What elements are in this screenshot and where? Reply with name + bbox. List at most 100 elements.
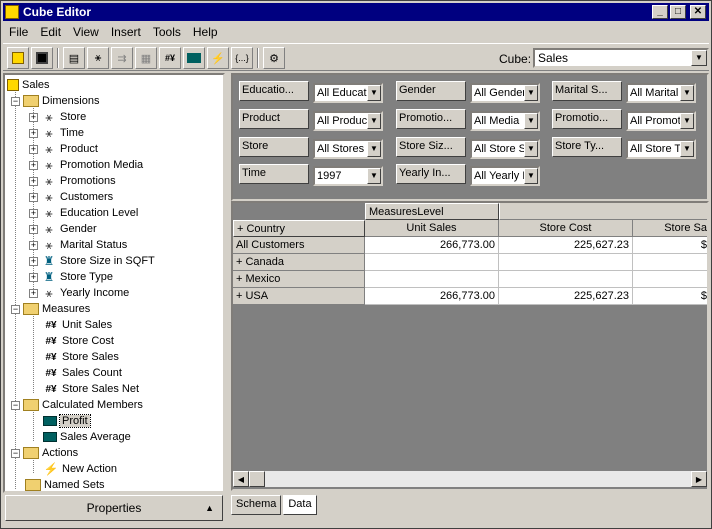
tree-node-named-sets[interactable]: Named Sets [25,477,105,491]
chevron-down-icon[interactable]: ▼ [524,141,538,157]
tree-dimension-store[interactable]: + ⚹ Store [29,109,86,125]
named-set-button[interactable]: {...} [231,47,253,69]
chevron-down-icon[interactable]: ▼ [680,85,694,101]
filter-label[interactable]: Promotio... [552,109,622,129]
filter-select[interactable]: All Store T ▼ [626,139,696,159]
tree-measure-store-sales-net[interactable]: #¥ Store Sales Net [43,381,139,397]
scroll-thumb[interactable] [249,471,265,487]
chevron-down-icon[interactable]: ▼ [524,168,538,184]
tree-measure-sales-count[interactable]: #¥ Sales Count [43,365,122,381]
expand-icon[interactable]: + [29,144,38,154]
tree-dimension-marital-status[interactable]: + ⚹ Marital Status [29,237,127,253]
data-cell[interactable]: 266,773.00 [365,288,499,305]
save-button[interactable] [31,47,53,69]
properties-button[interactable]: Properties ▲ [5,495,223,521]
maximize-button[interactable]: □ [670,5,686,19]
filter-label[interactable]: Store Siz... [396,137,466,157]
data-cell[interactable]: 266,773.00 [365,237,499,254]
tree-measure-unit-sales[interactable]: #¥ Unit Sales [43,317,112,333]
filter-select[interactable]: All Educat ▼ [313,83,383,103]
menu-insert[interactable]: Insert [105,25,147,39]
member-properties-button[interactable]: ▦ [135,47,157,69]
filter-select[interactable]: All Yearly I ▼ [470,166,540,186]
data-cell[interactable] [633,254,707,271]
data-cell[interactable]: $ [633,288,707,305]
tree-node-measures[interactable]: − Measures [11,301,90,317]
chevron-down-icon[interactable]: ▼ [524,85,538,101]
scroll-right-icon[interactable]: ▶ [691,471,707,487]
collapse-icon[interactable]: − [11,400,20,410]
tab-schema[interactable]: Schema [231,495,282,515]
tree-dimension-education-level[interactable]: + ⚹ Education Level [29,205,138,221]
chevron-down-icon[interactable]: ▼ [367,141,381,157]
action-button[interactable]: ⚡ [207,47,229,69]
tree-action-new-action[interactable]: ⚡ New Action [43,461,118,477]
tree-dimension-promotion-media[interactable]: + ⚹ Promotion Media [29,157,143,173]
expand-icon[interactable]: + [29,160,38,170]
data-cell[interactable] [365,254,499,271]
menu-edit[interactable]: Edit [34,25,67,39]
filter-label[interactable]: Store Ty... [552,137,622,157]
data-cell[interactable]: 225,627.23 [499,288,633,305]
collapse-icon[interactable]: − [11,448,20,458]
chevron-down-icon[interactable]: ▼ [367,85,381,101]
tree-calculated-sales-average[interactable]: Sales Average [43,429,131,445]
tree-dimension-promotions[interactable]: + ⚹ Promotions [29,173,116,189]
data-cell[interactable]: 225,627.23 [499,237,633,254]
expand-icon[interactable]: + [29,176,38,186]
row-header[interactable]: All Customers [233,237,365,254]
column-header-unit-sales[interactable]: Unit Sales [365,220,499,237]
expand-icon[interactable]: + [29,272,38,282]
tree-measure-store-sales[interactable]: #¥ Store Sales [43,349,118,365]
expand-icon[interactable]: + [29,256,38,266]
level-button[interactable]: ⇉ [111,47,133,69]
filter-select[interactable]: All Store S ▼ [470,139,540,159]
filter-select[interactable]: 1997 ▼ [313,166,383,186]
tree-dimension-store-size[interactable]: + ♜ Store Size in SQFT [29,253,155,269]
collapse-icon[interactable]: − [11,304,20,314]
process-cube-button[interactable]: ⚙ [263,47,285,69]
filter-select[interactable]: All Produc ▼ [313,111,383,131]
measure-button[interactable]: #¥ [159,47,181,69]
data-cell[interactable] [499,254,633,271]
country-row-header[interactable]: + Country [233,220,365,237]
tree-node-actions[interactable]: − Actions [11,445,78,461]
tree-root-sales[interactable]: Sales [7,77,50,93]
chevron-down-icon[interactable]: ▼ [680,141,694,157]
collapse-icon[interactable]: − [11,96,20,106]
filter-select[interactable]: All Media ▼ [470,111,540,131]
tab-data[interactable]: Data [283,495,317,515]
chevron-down-icon[interactable]: ▼ [367,113,381,129]
data-cell[interactable] [499,271,633,288]
data-cell[interactable] [365,271,499,288]
row-header[interactable]: + USA [233,288,365,305]
chevron-down-icon[interactable]: ▼ [680,113,694,129]
tree-measure-store-cost[interactable]: #¥ Store Cost [43,333,114,349]
column-header-store-sales[interactable]: Store Sa [633,220,707,237]
filter-label[interactable]: Product [239,109,309,129]
tree-dimension-customers[interactable]: + ⚹ Customers [29,189,113,205]
tree-dimension-store-type[interactable]: + ♜ Store Type [29,269,113,285]
scroll-left-icon[interactable]: ◀ [233,471,249,487]
tree-dimension-yearly-income[interactable]: + ⚹ Yearly Income [29,285,129,301]
filter-select[interactable]: All Stores ▼ [313,139,383,159]
expand-icon[interactable]: + [29,192,38,202]
dimension-button[interactable]: ⚹ [87,47,109,69]
filter-select[interactable]: All Marital ▼ [626,83,696,103]
horizontal-scrollbar[interactable]: ◀ ▶ [233,471,707,487]
data-cell[interactable]: $ [633,237,707,254]
new-cube-button[interactable] [7,47,29,69]
expand-icon[interactable]: + [29,240,38,250]
chevron-down-icon[interactable]: ▼ [691,50,707,66]
filter-label[interactable]: Store [239,137,309,157]
measures-level-header[interactable]: MeasuresLevel [365,203,499,220]
tree-dimension-product[interactable]: + ⚹ Product [29,141,98,157]
expand-icon[interactable]: + [29,208,38,218]
data-cell[interactable] [633,271,707,288]
menu-help[interactable]: Help [187,25,224,39]
filter-label[interactable]: Yearly In... [396,164,466,184]
filter-select[interactable]: All Promot ▼ [626,111,696,131]
chevron-down-icon[interactable]: ▼ [524,113,538,129]
filter-label[interactable]: Marital S... [552,81,622,101]
cube-select[interactable]: Sales ▼ [533,48,709,68]
